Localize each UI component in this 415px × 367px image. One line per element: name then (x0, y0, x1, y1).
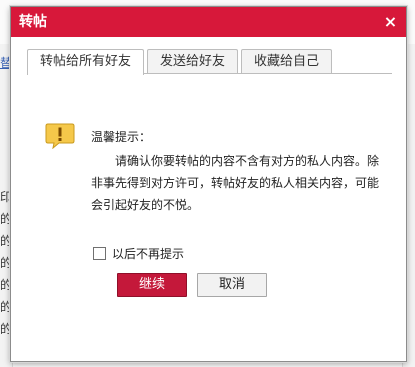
repost-dialog: 转帖 × 转帖给所有好友 发送给好友 收藏给自己 温馨提示： 请确认你要转帖的内… (10, 6, 407, 362)
tab-label: 转帖给所有好友 (40, 54, 132, 69)
message-title: 温馨提示： (91, 130, 152, 144)
continue-label: 继续 (138, 277, 165, 292)
close-symbol: × (383, 12, 398, 31)
warning-bubble-icon (45, 123, 75, 149)
close-icon[interactable]: × (383, 12, 398, 31)
cancel-button[interactable]: 取消 (197, 273, 267, 297)
tab-bar: 转帖给所有好友 发送给好友 收藏给自己 (27, 49, 333, 75)
tab-repost-all-friends[interactable]: 转帖给所有好友 (27, 49, 145, 75)
checkbox-label[interactable]: 以后不再提示 (112, 245, 184, 262)
message-body: 请确认你要转帖的内容不含有对方的私人内容。除非事先得到对方许可，转帖好友的私人相… (91, 154, 380, 212)
tab-save-to-self[interactable]: 收藏给自己 (241, 49, 333, 74)
tab-label: 发送给好友 (160, 54, 226, 69)
cancel-label: 取消 (218, 277, 245, 292)
dialog-titlebar[interactable]: 转帖 × (11, 7, 406, 37)
continue-button[interactable]: 继续 (117, 273, 187, 297)
dont-show-again-row[interactable]: 以后不再提示 (93, 245, 184, 262)
dialog-title: 转帖 (19, 14, 47, 30)
tab-label: 收藏给自己 (254, 54, 320, 69)
dont-show-again-checkbox[interactable] (93, 247, 106, 260)
tab-send-to-friend[interactable]: 发送给好友 (147, 49, 239, 74)
